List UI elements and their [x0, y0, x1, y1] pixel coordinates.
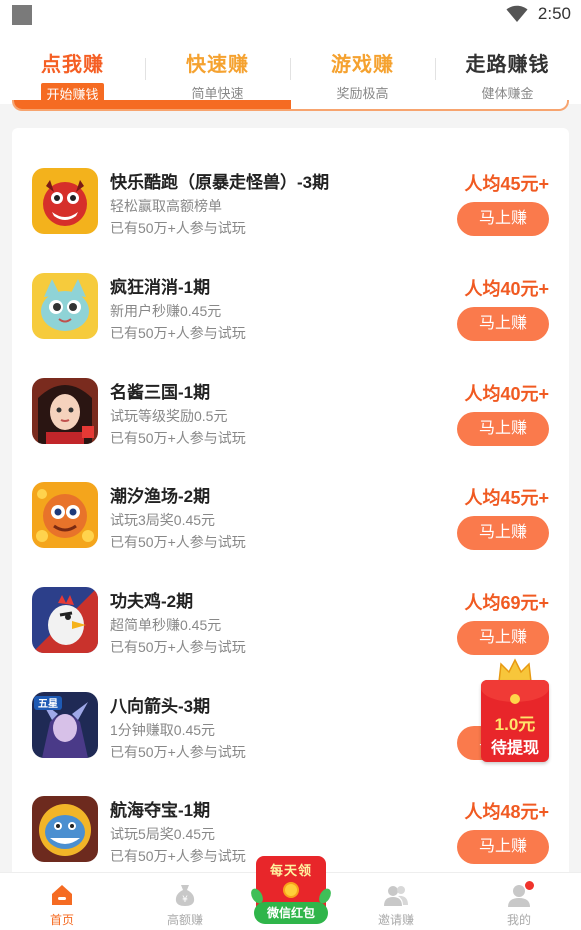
svg-text:¥: ¥ [182, 895, 188, 905]
nav-invite[interactable]: 邀请赚 [338, 873, 454, 930]
clock: 2:50 [537, 4, 571, 23]
tab-title: 走路赚钱 [465, 54, 550, 76]
cat-game-icon [32, 273, 98, 339]
task-participants: 已有50万+人参与试玩 [110, 639, 246, 655]
tab-quick-earn[interactable]: 快速赚 简单快速 [145, 32, 290, 104]
task-row[interactable]: 疯狂消消-1期 新用户秒赚0.45元 已有50万+人参与试玩 人均40元+ 马上… [12, 261, 569, 365]
task-row[interactable]: 名酱三国-1期 试玩等级奖励0.5元 已有50万+人参与试玩 人均40元+ 马上… [12, 366, 569, 470]
task-desc: 新用户秒赚0.45元 [110, 303, 222, 319]
coin-icon [283, 882, 299, 898]
packet-amount: 1.0元 [494, 715, 536, 734]
task-list: 快乐酷跑（原暴走怪兽）-3期 轻松赢取高额榜单 已有50万+人参与试玩 人均45… [12, 128, 569, 888]
monster-game-icon [32, 168, 98, 234]
notification-icon [12, 5, 32, 25]
task-row[interactable]: 潮汐渔场-2期 试玩3局奖0.45元 已有50万+人参与试玩 人均45元+ 马上… [12, 470, 569, 574]
task-desc: 轻松赢取高额榜单 [110, 198, 222, 214]
task-reward: 人均48元+ [464, 802, 549, 822]
task-participants: 已有50万+人参与试玩 [110, 744, 246, 760]
pending-withdrawal-packet[interactable]: 1.0元 待提现 [479, 658, 551, 766]
task-desc: 1分钟赚取0.45元 [110, 722, 216, 738]
chicken-game-icon [32, 587, 98, 653]
task-title: 潮汐渔场-2期 [110, 487, 211, 506]
nav-label: 我的 [506, 913, 531, 927]
earn-now-button[interactable]: 马上赚 [457, 830, 549, 864]
task-desc: 超简单秒赚0.45元 [110, 617, 222, 633]
task-title: 功夫鸡-2期 [110, 592, 194, 611]
task-reward: 人均45元+ [464, 174, 549, 194]
warrior-game-icon: 五星 [32, 692, 98, 758]
tab-title: 游戏赚 [331, 54, 394, 76]
packet-top-text: 每天领 [269, 863, 312, 878]
tab-click-earn[interactable]: 点我赚 开始赚钱 [0, 32, 145, 104]
nav-label: 首页 [49, 913, 74, 927]
earn-now-button[interactable]: 马上赚 [457, 621, 549, 655]
task-title: 航海夺宝-1期 [110, 801, 211, 820]
task-participants: 已有50万+人参与试玩 [110, 430, 246, 446]
task-title: 快乐酷跑（原暴走怪兽）-3期 [110, 173, 330, 192]
nav-label: 高额赚 [166, 913, 203, 927]
task-reward: 人均69元+ [464, 593, 549, 613]
task-title: 名酱三国-1期 [110, 383, 211, 402]
task-participants: 已有50万+人参与试玩 [110, 220, 246, 236]
status-bar: 2:50 [0, 0, 581, 32]
icon-badge-text: 五星 [38, 698, 58, 710]
fish-game-icon [32, 482, 98, 548]
task-desc: 试玩3局奖0.45元 [110, 512, 216, 528]
earn-now-button[interactable]: 马上赚 [457, 202, 549, 236]
task-title: 疯狂消消-1期 [110, 278, 211, 297]
nav-mine[interactable]: 我的 [461, 873, 577, 930]
money-bag-icon: ¥ [175, 885, 195, 906]
task-reward: 人均45元+ [464, 488, 549, 508]
tab-indicator-fill [14, 100, 291, 109]
task-participants: 已有50万+人参与试玩 [110, 848, 246, 864]
notification-dot [525, 881, 534, 890]
earn-now-button[interactable]: 马上赚 [457, 307, 549, 341]
home-icon [52, 885, 72, 905]
earn-now-button[interactable]: 马上赚 [457, 516, 549, 550]
daily-wechat-packet-button[interactable]: 每天领 微信红包 [248, 852, 334, 926]
tab-title: 快速赚 [186, 54, 249, 76]
packet-bottom-text: 微信红包 [254, 902, 328, 924]
packet-label: 待提现 [490, 740, 539, 757]
task-participants: 已有50万+人参与试玩 [110, 534, 246, 550]
task-reward: 人均40元+ [464, 279, 549, 299]
tab-game-earn[interactable]: 游戏赚 奖励极高 [290, 32, 435, 104]
earn-now-button[interactable]: 马上赚 [457, 412, 549, 446]
task-title: 八向箭头-3期 [110, 697, 211, 716]
shark-game-icon [32, 796, 98, 862]
task-row[interactable]: 快乐酷跑（原暴走怪兽）-3期 轻松赢取高额榜单 已有50万+人参与试玩 人均45… [12, 156, 569, 260]
category-tabs: 点我赚 开始赚钱 快速赚 简单快速 游戏赚 奖励极高 走路赚钱 健体赚金 [0, 32, 581, 104]
task-participants: 已有50万+人参与试玩 [110, 325, 246, 341]
girl-game-icon [32, 378, 98, 444]
task-reward: 人均40元+ [464, 384, 549, 404]
task-desc: 试玩5局奖0.45元 [110, 826, 216, 842]
tab-title: 点我赚 [41, 54, 104, 76]
nav-high-earn[interactable]: ¥ 高额赚 [127, 873, 243, 930]
people-icon [384, 886, 408, 906]
nav-home[interactable]: 首页 [4, 873, 120, 930]
task-desc: 试玩等级奖励0.5元 [110, 408, 228, 424]
nav-label: 邀请赚 [377, 913, 414, 927]
wifi-icon [506, 5, 528, 22]
tab-walk-earn[interactable]: 走路赚钱 健体赚金 [435, 32, 580, 104]
coin-icon [510, 694, 520, 704]
tab-indicator [12, 100, 569, 111]
